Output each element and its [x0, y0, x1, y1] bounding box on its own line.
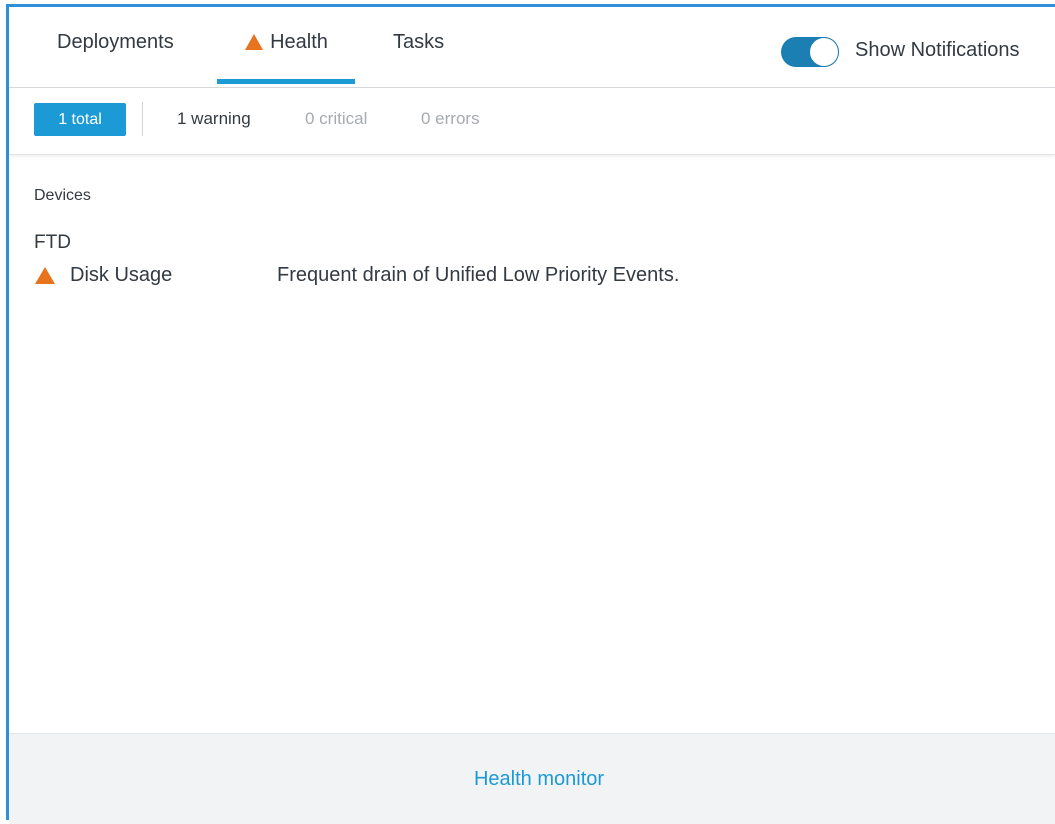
active-tab-indicator — [217, 79, 355, 84]
filter-warning[interactable]: 1 warning — [177, 109, 251, 129]
filter-critical[interactable]: 0 critical — [305, 109, 367, 129]
tab-health[interactable]: Health — [217, 2, 355, 82]
filter-bar: 1 total 1 warning 0 critical 0 errors — [9, 88, 1055, 155]
warning-icon — [244, 33, 264, 51]
toggle-knob — [809, 37, 839, 67]
filter-divider — [142, 102, 143, 136]
notifications-panel: Deployments Health Tasks Show Notificati… — [6, 4, 1055, 824]
tab-health-label: Health — [270, 30, 328, 53]
show-notifications-label: Show Notifications — [855, 39, 1020, 61]
tab-tasks-label: Tasks — [393, 30, 445, 53]
warning-icon — [34, 266, 56, 285]
device-name: FTD — [34, 232, 71, 253]
alert-name: Disk Usage — [70, 264, 173, 286]
tab-deployments[interactable]: Deployments — [57, 2, 174, 82]
alert-row: Disk Usage Frequent drain of Unified Low… — [34, 262, 934, 292]
alert-description: Frequent drain of Unified Low Priority E… — [277, 264, 680, 286]
tab-tasks[interactable]: Tasks — [393, 2, 444, 82]
filter-errors[interactable]: 0 errors — [421, 109, 480, 129]
tab-bar: Deployments Health Tasks Show Notificati… — [9, 7, 1055, 88]
health-monitor-link[interactable]: Health monitor — [9, 768, 1055, 791]
panel-footer: Health monitor — [9, 733, 1055, 824]
section-label-devices: Devices — [34, 187, 91, 204]
filter-total-button[interactable]: 1 total — [34, 103, 126, 136]
tab-deployments-label: Deployments — [57, 30, 174, 53]
show-notifications-toggle[interactable] — [781, 37, 839, 67]
